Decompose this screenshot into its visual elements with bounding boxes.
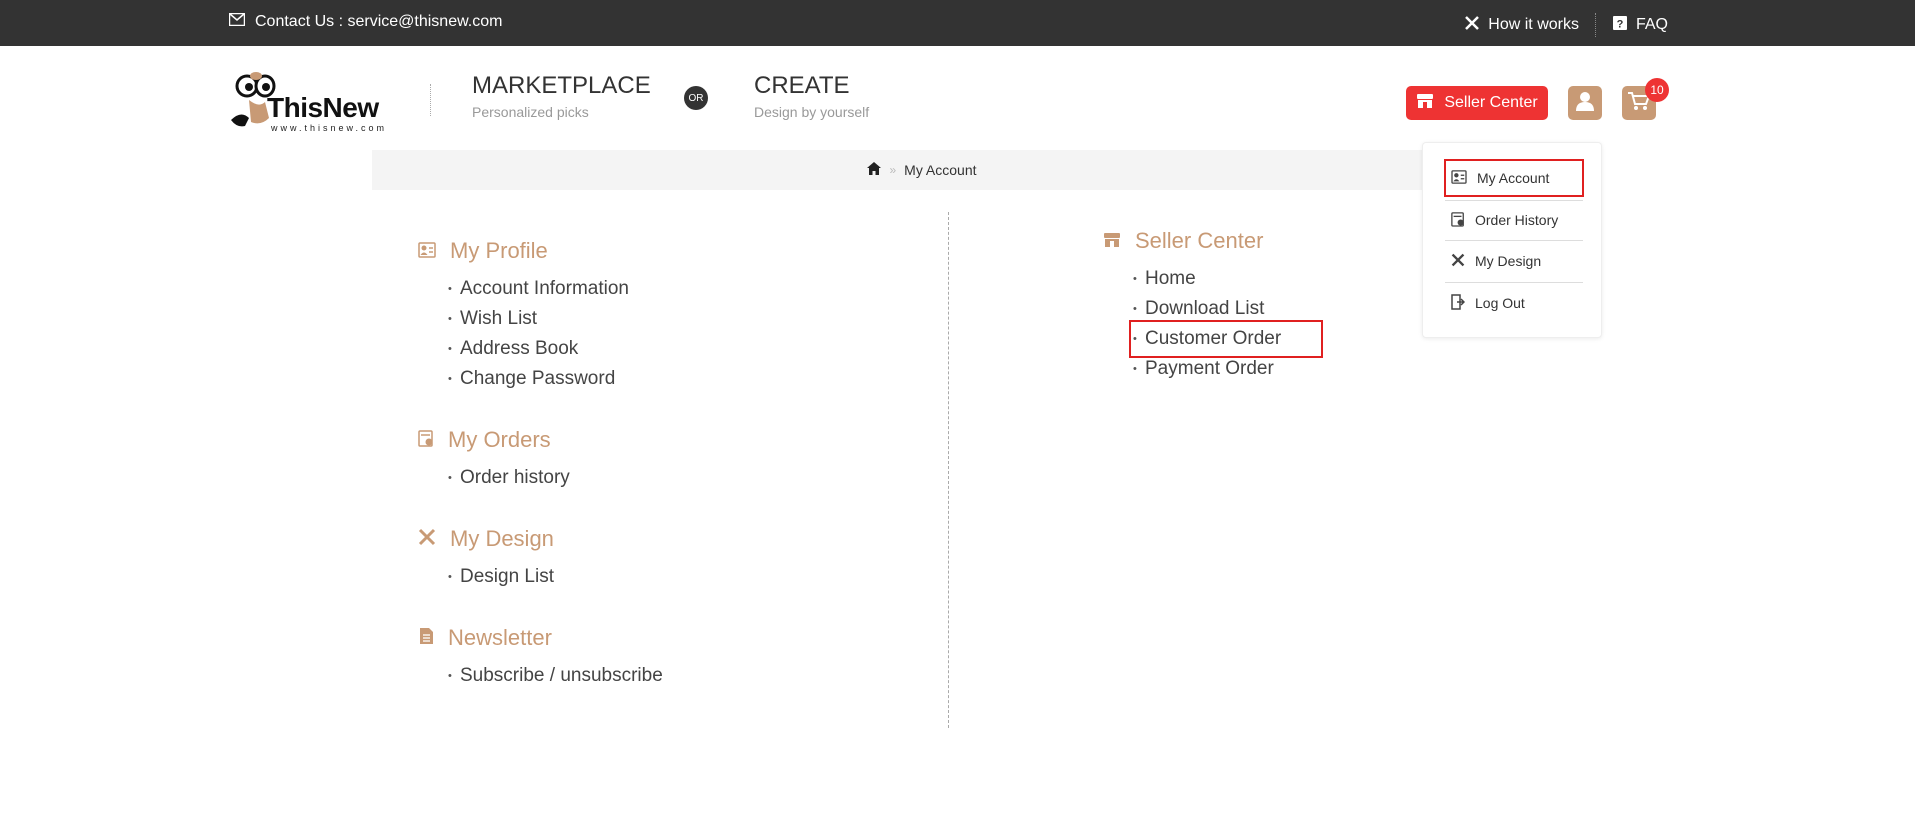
contact-link[interactable]: Contact Us : service@thisnew.com [228,12,503,31]
how-it-works-link[interactable]: How it works [1464,15,1579,36]
my-design-title: My Design [450,526,554,551]
profile-card-icon [418,238,436,264]
my-orders-section: My Orders Order history [418,427,570,493]
envelope-icon [228,12,246,31]
subscribe-link[interactable]: Subscribe / unsubscribe [448,661,663,691]
wish-list-link[interactable]: Wish List [448,304,629,334]
seller-center-section: Seller Center Home Download List Custome… [1103,228,1323,384]
order-history-link[interactable]: Order history [448,463,570,493]
design-tools-icon [1451,253,1465,270]
svg-text:?: ? [1617,18,1624,30]
customer-order-link[interactable]: Customer Order [1129,320,1323,358]
order-calendar-icon [418,427,434,453]
order-calendar-icon [1451,211,1465,230]
column-divider [948,212,949,728]
my-profile-title: My Profile [450,238,548,263]
site-header: ThisNew www.thisnew.com MARKETPLACE Pers… [0,46,1915,146]
dropdown-log-out-label: Log Out [1475,295,1525,311]
store-icon [1416,93,1434,114]
newsletter-icon [418,625,434,651]
question-icon: ? [1612,15,1628,36]
marketplace-title: MARKETPLACE [472,72,651,99]
breadcrumb-current: My Account [904,162,977,178]
how-it-works-label: How it works [1488,16,1579,33]
or-badge: OR [684,86,708,110]
account-button[interactable] [1568,86,1602,120]
dropdown-order-history[interactable]: Order History [1445,202,1583,238]
dropdown-my-design[interactable]: My Design [1445,243,1583,279]
address-book-link[interactable]: Address Book [448,334,629,364]
my-profile-section: My Profile Account Information Wish List… [418,238,629,394]
marketplace-link[interactable]: MARKETPLACE Personalized picks [472,72,651,120]
logo-url: www.thisnew.com [271,123,388,133]
logo-text: ThisNew [267,92,379,123]
seller-center-button[interactable]: Seller Center [1406,86,1548,120]
faq-label: FAQ [1635,16,1668,33]
marketplace-subtitle: Personalized picks [472,104,589,120]
seller-home-link[interactable]: Home [1133,264,1319,294]
dropdown-my-account[interactable]: My Account [1444,159,1584,197]
account-information-link[interactable]: Account Information [448,274,629,304]
home-icon[interactable] [867,162,882,178]
store-icon [1103,228,1121,254]
site-logo[interactable]: ThisNew www.thisnew.com [229,66,391,133]
design-tools-icon [418,526,436,552]
divider [430,84,431,116]
logout-icon [1451,293,1466,313]
profile-card-icon [1451,169,1467,187]
top-bar: Contact Us : service@thisnew.com How it … [0,0,1915,46]
divider [1445,200,1583,201]
design-list-link[interactable]: Design List [448,562,554,592]
dropdown-my-account-label: My Account [1477,170,1550,186]
dropdown-log-out[interactable]: Log Out [1445,285,1583,321]
my-orders-title: My Orders [448,427,551,452]
seller-center-label: Seller Center [1444,94,1538,111]
create-title: CREATE [754,72,850,99]
divider [1445,282,1583,283]
contact-text: Contact Us : service@thisnew.com [255,13,503,30]
divider [1594,13,1596,37]
download-list-link[interactable]: Download List [1133,294,1319,324]
payment-order-link[interactable]: Payment Order [1133,354,1319,384]
newsletter-section: Newsletter Subscribe / unsubscribe [418,625,663,691]
create-subtitle: Design by yourself [754,104,870,120]
newsletter-title: Newsletter [448,625,552,650]
user-icon [1576,91,1594,116]
my-design-section: My Design Design List [418,526,554,592]
cart-count-badge: 10 [1645,78,1669,102]
faq-link[interactable]: ? FAQ [1612,15,1668,36]
seller-center-title: Seller Center [1135,228,1264,253]
divider [1445,240,1583,241]
create-link[interactable]: CREATE Design by yourself [754,72,869,120]
dropdown-my-design-label: My Design [1475,253,1542,269]
breadcrumb: » My Account [372,150,1472,190]
tools-icon [1464,15,1480,36]
dropdown-order-history-label: Order History [1475,212,1559,228]
breadcrumb-separator: » [889,163,897,177]
change-password-link[interactable]: Change Password [448,364,629,394]
account-dropdown: My Account Order History My Design Log O… [1422,142,1602,338]
